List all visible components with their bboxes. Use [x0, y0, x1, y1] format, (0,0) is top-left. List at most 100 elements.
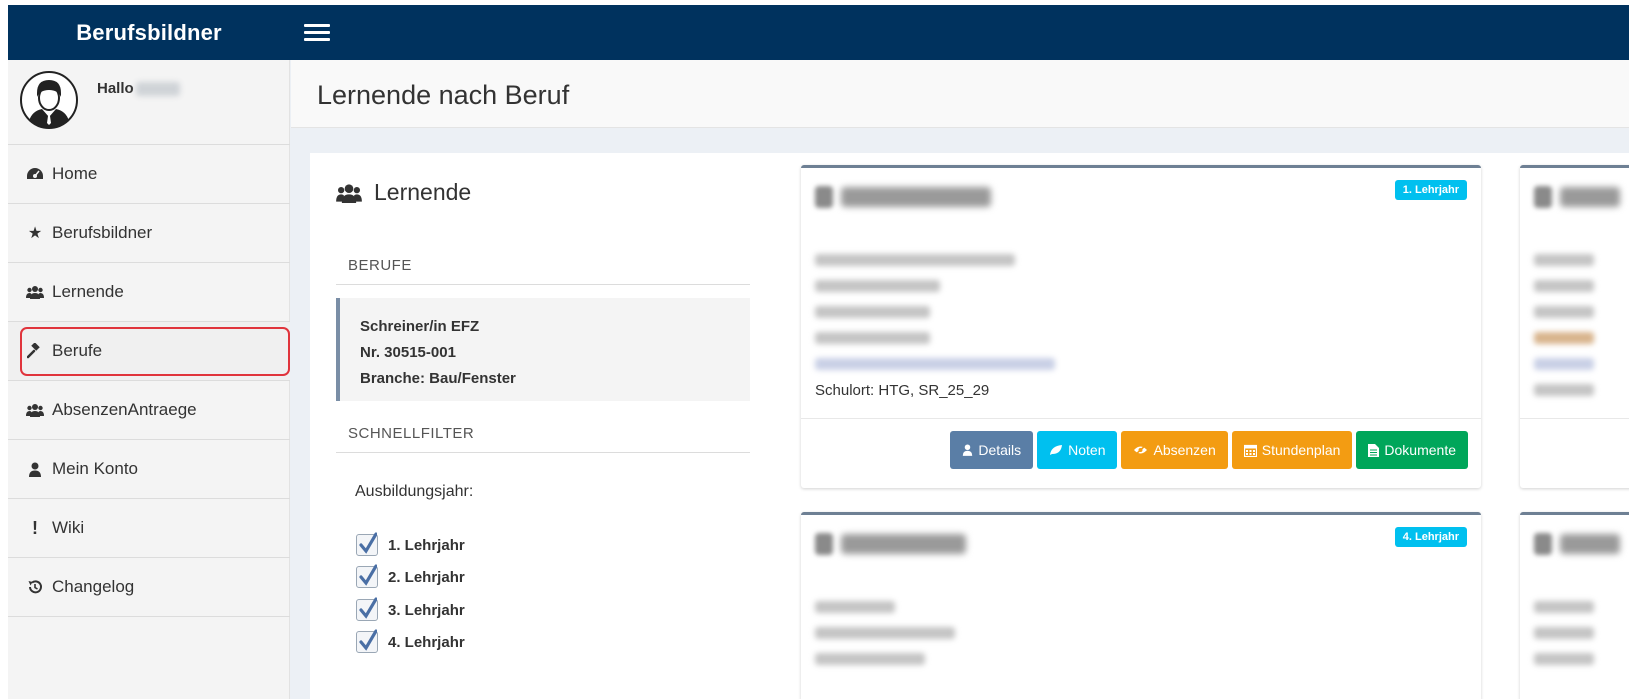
- filter-checkbox-3-lehrjahr[interactable]: 3. Lehrjahr: [356, 597, 465, 621]
- user-greeting: Hallo: [97, 80, 180, 97]
- redacted-line: [1534, 601, 1594, 613]
- beruf-info-box: Schreiner/in EFZ Nr. 30515-001 Branche: …: [336, 298, 750, 401]
- sidebar-item-berufe[interactable]: Berufe: [8, 322, 290, 381]
- redacted-line: [1534, 254, 1594, 266]
- sidebar-item-label: AbsenzenAntraege: [52, 400, 197, 419]
- checkbox-label: 2. Lehrjahr: [388, 568, 465, 586]
- calendar-icon: [1243, 444, 1257, 457]
- panel-header: Lernende: [336, 179, 471, 206]
- checkbox[interactable]: [356, 564, 378, 588]
- file-icon: [1368, 443, 1380, 457]
- user-panel: Hallo: [8, 60, 290, 145]
- history-icon: [26, 578, 44, 596]
- app-frame: Berufsbildner Hallo Home ★ Berufsbildner…: [8, 5, 1629, 699]
- sidebar-item-mein-konto[interactable]: Mein Konto: [8, 440, 290, 499]
- panel-title: Lernende: [374, 179, 472, 205]
- checkbox-label: 4. Lehrjahr: [388, 633, 465, 651]
- lehrjahr-badge: 4. Lehrjahr: [1394, 527, 1467, 547]
- avatar: [20, 71, 78, 129]
- redacted-name: [815, 533, 966, 555]
- lernende-card: 4. Lehrjahr: [801, 512, 1481, 699]
- sidebar-item-lernende[interactable]: Lernende: [8, 263, 290, 322]
- sidebar-item-label: Berufe: [52, 341, 103, 360]
- redacted-username: [135, 82, 180, 97]
- check-icon: [359, 532, 377, 554]
- user-icon: [962, 444, 973, 456]
- users-icon: [336, 183, 362, 203]
- noten-button[interactable]: Noten: [1037, 431, 1118, 469]
- gavel-icon: [26, 342, 44, 360]
- checkbox[interactable]: [356, 597, 378, 621]
- checkbox[interactable]: [356, 532, 378, 556]
- redacted-line: [815, 601, 895, 613]
- menu-toggle-icon[interactable]: [304, 18, 332, 46]
- redacted-line: [1534, 280, 1594, 292]
- check-icon: [359, 564, 377, 586]
- lernende-card: [1520, 165, 1629, 488]
- checkbox-label: 3. Lehrjahr: [388, 601, 465, 619]
- card-actions: Details Noten Absenzen Stundenplan Dokum…: [950, 431, 1468, 469]
- checkbox[interactable]: [356, 629, 378, 653]
- sidebar-item-label: Mein Konto: [52, 459, 138, 478]
- button-label: Details: [978, 442, 1022, 458]
- beruf-name: Schreiner/in EFZ: [360, 318, 480, 335]
- dokumente-button[interactable]: Dokumente: [1356, 431, 1468, 469]
- redacted-line: [815, 280, 940, 292]
- redacted-line: [1534, 358, 1594, 370]
- redacted-line: [1534, 384, 1594, 396]
- check-icon: [359, 597, 377, 619]
- greeting-text: Hallo: [97, 80, 134, 97]
- redacted-line: [1534, 653, 1594, 665]
- leaf-icon: [1049, 444, 1063, 456]
- sidebar: Hallo Home ★ Berufsbildner Lernende Beru…: [8, 60, 290, 699]
- sidebar-item-berufsbildner[interactable]: ★ Berufsbildner: [8, 204, 290, 263]
- eye-slash-icon: [1133, 444, 1148, 456]
- filter-checkbox-2-lehrjahr[interactable]: 2. Lehrjahr: [356, 564, 465, 588]
- redacted-line: [815, 306, 930, 318]
- user-icon: [26, 460, 44, 478]
- redacted-line: [1534, 306, 1594, 318]
- sidebar-item-changelog[interactable]: Changelog: [8, 558, 290, 617]
- button-label: Absenzen: [1153, 442, 1216, 458]
- brand-logo[interactable]: Berufsbildner: [8, 5, 290, 60]
- stundenplan-button[interactable]: Stundenplan: [1231, 431, 1353, 469]
- check-icon: [359, 629, 377, 651]
- filter-checkbox-4-lehrjahr[interactable]: 4. Lehrjahr: [356, 629, 465, 653]
- sidebar-item-label: Berufsbildner: [52, 223, 153, 242]
- content-header: Lernende nach Beruf: [291, 60, 1629, 128]
- lernende-card: 1. Lehrjahr Schulort: HTG, SR_25_29 Deta…: [801, 165, 1481, 488]
- lehrjahr-badge: 1. Lehrjahr: [1394, 180, 1467, 200]
- details-button[interactable]: Details: [950, 431, 1034, 469]
- lernende-card: [1520, 512, 1629, 699]
- sidebar-item-absenzenantraege[interactable]: AbsenzenAntraege: [8, 381, 290, 440]
- dashboard-icon: [26, 165, 44, 183]
- card-footer: [1520, 418, 1629, 488]
- sidebar-item-label: Changelog: [52, 577, 135, 596]
- sidebar-item-label: Home: [52, 164, 98, 183]
- redacted-line: [815, 332, 930, 344]
- absenzen-button[interactable]: Absenzen: [1121, 431, 1228, 469]
- button-label: Noten: [1068, 442, 1106, 458]
- sidebar-item-label: Wiki: [52, 518, 85, 537]
- sidebar-item-home[interactable]: Home: [8, 145, 290, 204]
- users-icon: [26, 401, 44, 419]
- star-icon: ★: [27, 225, 43, 242]
- redacted-email: [815, 358, 1055, 370]
- redacted-name: [815, 186, 991, 208]
- sidebar-item-wiki[interactable]: ! Wiki: [8, 499, 290, 558]
- redacted-line: [1534, 627, 1594, 639]
- redacted-line: [1534, 332, 1594, 344]
- beruf-nr: Nr. 30515-001: [360, 344, 456, 361]
- users-icon: [26, 283, 44, 301]
- page-title: Lernende nach Beruf: [317, 80, 570, 110]
- filter-title: Ausbildungsjahr:: [355, 483, 474, 500]
- button-label: Dokumente: [1384, 442, 1456, 458]
- redacted-line: [815, 627, 955, 639]
- button-label: Stundenplan: [1261, 442, 1341, 458]
- redacted-line: [815, 653, 925, 665]
- main-box: Lernende BERUFE Schreiner/in EFZ Nr. 305…: [310, 153, 1629, 699]
- schulort-text: Schulort: HTG, SR_25_29: [815, 382, 990, 399]
- checkbox-label: 1. Lehrjahr: [388, 536, 465, 554]
- exclamation-icon: !: [32, 517, 38, 538]
- filter-checkbox-1-lehrjahr[interactable]: 1. Lehrjahr: [356, 532, 465, 556]
